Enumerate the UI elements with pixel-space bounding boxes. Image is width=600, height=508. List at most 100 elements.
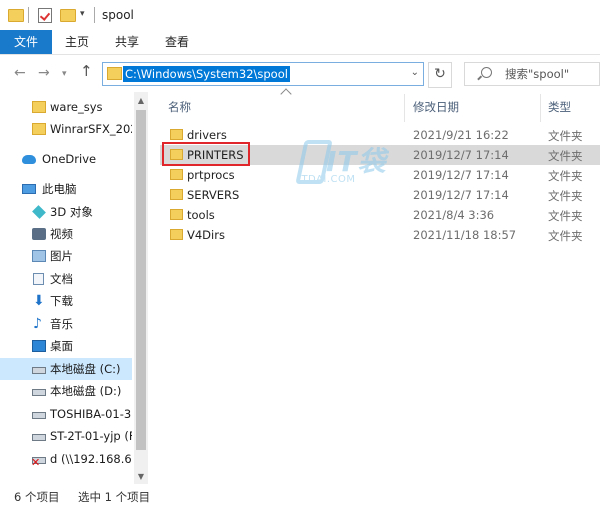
file-name: V4Dirs <box>187 228 225 242</box>
sidebar-item-label: TOSHIBA-01-3 <box>50 407 132 421</box>
sidebar-item-3d-objects[interactable]: 3D 对象 <box>0 201 132 223</box>
watermark-url: ITDAI.COM <box>298 174 356 185</box>
file-name: tools <box>187 208 215 222</box>
3d-objects-icon <box>32 205 46 219</box>
ribbon: 文件 主页 共享 查看 <box>0 30 600 55</box>
file-row[interactable]: tools 2021/8/4 3:36 文件夹 <box>160 205 600 225</box>
divider <box>28 7 29 23</box>
divider <box>94 7 95 23</box>
item-count: 6 个项目 <box>14 490 60 504</box>
folder-icon <box>8 9 24 22</box>
sidebar-item-label: ST-2T-01-yjp (F <box>50 429 132 443</box>
video-icon <box>32 228 46 240</box>
pc-icon <box>22 184 36 194</box>
desktop-icon <box>32 340 46 352</box>
navigation-pane: ware_sys WinrarSFX_202 OneDrive 此电脑 3D 对… <box>0 92 148 484</box>
music-icon: ♪ <box>33 316 42 332</box>
chevron-down-icon[interactable]: ⌄ <box>411 67 419 78</box>
file-type: 文件夹 <box>548 229 583 243</box>
sidebar-item-documents[interactable]: 文档 <box>0 268 132 290</box>
scroll-down-icon[interactable]: ▼ <box>134 470 148 484</box>
recent-locations-icon[interactable]: ▾ <box>62 67 67 81</box>
file-date: 2021/9/21 16:22 <box>413 128 509 142</box>
sidebar-item-this-pc[interactable]: 此电脑 <box>0 178 132 200</box>
folder-icon <box>170 129 183 140</box>
divider <box>404 94 405 122</box>
divider <box>540 94 541 122</box>
sidebar-item-label: 桌面 <box>50 339 73 353</box>
sort-indicator-icon <box>280 88 292 100</box>
tab-file[interactable]: 文件 <box>0 30 52 54</box>
sidebar-item-music[interactable]: ♪ 音乐 <box>0 313 132 335</box>
drive-icon <box>32 389 46 396</box>
sidebar-item-winrarsfx[interactable]: WinrarSFX_202 <box>0 118 132 140</box>
selection-count: 选中 1 个项目 <box>78 490 151 504</box>
scroll-up-icon[interactable]: ▲ <box>134 94 148 108</box>
download-icon: ⬇ <box>33 293 45 309</box>
sidebar-item-label: 图片 <box>50 249 73 263</box>
address-bar[interactable]: C:\Windows\System32\spool ⌄ <box>102 62 424 86</box>
forward-arrow-icon[interactable]: → <box>38 66 50 80</box>
sidebar-item-label: ware_sys <box>50 100 103 114</box>
sidebar-item-label: 文档 <box>50 272 73 286</box>
sidebar-item-label: 本地磁盘 (C:) <box>50 362 121 376</box>
watermark: IT袋 ITDAI.COM <box>295 138 386 190</box>
status-bar: 6 个项目 选中 1 个项目 <box>0 486 600 508</box>
address-path[interactable]: C:\Windows\System32\spool <box>123 66 290 82</box>
file-row[interactable]: V4Dirs 2021/11/18 18:57 文件夹 <box>160 225 600 245</box>
folder-icon <box>170 169 183 180</box>
column-header-name[interactable]: 名称 <box>168 96 191 118</box>
drive-icon <box>32 434 46 441</box>
sidebar-item-videos[interactable]: 视频 <box>0 223 132 245</box>
sidebar-item-pictures[interactable]: 图片 <box>0 245 132 267</box>
new-folder-icon[interactable] <box>60 9 76 22</box>
sidebar-item-desktop[interactable]: 桌面 <box>0 335 132 357</box>
sidebar-item-toshiba[interactable]: TOSHIBA-01-3 <box>0 403 132 425</box>
sidebar-item-label: WinrarSFX_202 <box>50 122 132 136</box>
sidebar-item-st-2t[interactable]: ST-2T-01-yjp (F <box>0 425 132 447</box>
window-title: spool <box>102 8 134 22</box>
file-name: SERVERS <box>187 188 240 202</box>
nav-scrollbar-thumb[interactable] <box>136 110 146 450</box>
sidebar-item-downloads[interactable]: ⬇ 下载 <box>0 290 132 312</box>
sidebar-item-label: 视频 <box>50 227 73 241</box>
search-placeholder: 搜索"spool" <box>505 67 570 81</box>
tab-share[interactable]: 共享 <box>106 30 148 54</box>
tab-view[interactable]: 查看 <box>156 30 198 54</box>
sidebar-item-onedrive[interactable]: OneDrive <box>0 148 132 170</box>
column-header-type[interactable]: 类型 <box>548 96 571 118</box>
sidebar-item-network-drive[interactable]: ✕ d (\\192.168.66 <box>0 448 132 470</box>
sidebar-item-label: 此电脑 <box>42 182 77 196</box>
highlight-annotation <box>162 142 250 166</box>
customize-toolbar-icon[interactable]: ▾ <box>80 9 85 19</box>
search-input[interactable]: 搜索"spool" <box>464 62 600 86</box>
folder-icon <box>32 101 46 113</box>
drive-icon <box>32 412 46 419</box>
file-date: 2021/8/4 3:36 <box>413 208 495 222</box>
sidebar-item-ware-sys[interactable]: ware_sys <box>0 96 132 118</box>
file-type: 文件夹 <box>548 149 583 163</box>
sidebar-item-drive-d[interactable]: 本地磁盘 (D:) <box>0 380 132 402</box>
file-date: 2019/12/7 17:14 <box>413 188 509 202</box>
pictures-icon <box>32 250 46 262</box>
sidebar-item-label: 音乐 <box>50 317 73 331</box>
file-type: 文件夹 <box>548 169 583 183</box>
file-date: 2019/12/7 17:14 <box>413 168 509 182</box>
refresh-button[interactable]: ↻ <box>428 62 452 88</box>
drive-icon <box>32 367 46 374</box>
tab-home[interactable]: 主页 <box>56 30 98 54</box>
sidebar-item-label: 3D 对象 <box>50 205 93 219</box>
sidebar-item-drive-c[interactable]: 本地磁盘 (C:) <box>0 358 132 380</box>
up-arrow-icon[interactable]: ↑ <box>80 64 93 79</box>
documents-icon <box>33 273 44 285</box>
file-name: drivers <box>187 128 227 142</box>
properties-icon[interactable] <box>38 8 52 23</box>
column-header-date[interactable]: 修改日期 <box>413 96 459 118</box>
back-arrow-icon[interactable]: ← <box>14 66 26 80</box>
file-date: 2021/11/18 18:57 <box>413 228 517 242</box>
file-type: 文件夹 <box>548 209 583 223</box>
network-drive-icon: ✕ <box>31 456 46 469</box>
file-type: 文件夹 <box>548 189 583 203</box>
file-name: prtprocs <box>187 168 235 182</box>
file-type: 文件夹 <box>548 129 583 143</box>
